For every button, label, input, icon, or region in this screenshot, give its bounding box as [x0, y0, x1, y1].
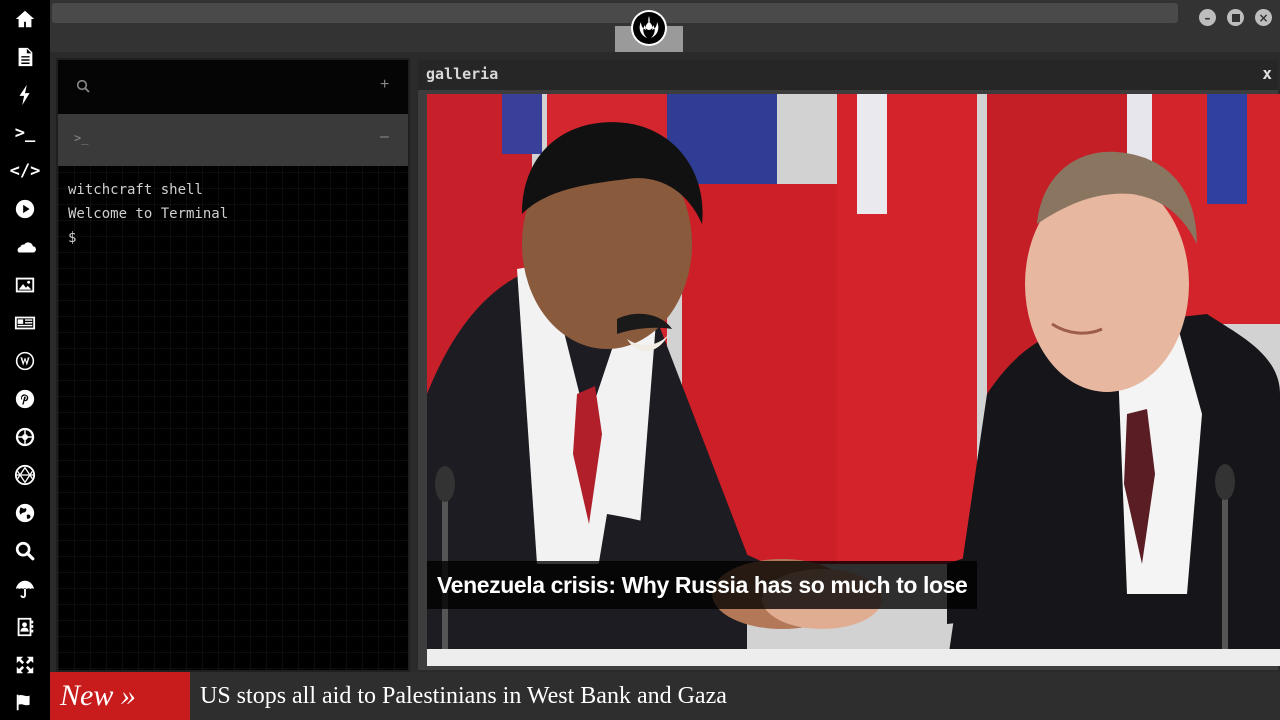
gallery-close-button[interactable]: x: [1262, 64, 1272, 83]
lightning-icon[interactable]: [0, 79, 50, 111]
add-tab-button[interactable]: +: [380, 76, 389, 94]
close-icon: ×: [1258, 10, 1269, 25]
app-dock: >_ </>: [0, 0, 50, 720]
maximize-icon: [1231, 13, 1240, 22]
search-icon[interactable]: [0, 535, 50, 567]
news-ticker: New » US stops all aid to Palestinians i…: [50, 672, 1280, 720]
close-window-button[interactable]: ×: [1255, 9, 1272, 26]
pinterest-icon[interactable]: [0, 383, 50, 415]
terminal-panel: + >_ – witchcraft shell Welcome to Termi…: [56, 58, 410, 672]
terminal-line: Welcome to Terminal: [68, 206, 229, 222]
globe-icon[interactable]: [0, 497, 50, 529]
maximize-button[interactable]: [1227, 9, 1244, 26]
home-icon[interactable]: [0, 3, 50, 35]
expand-icon[interactable]: [0, 649, 50, 681]
minimize-icon: –: [1204, 10, 1211, 25]
gallery-window: galleria x Venezuela crisis: Why Russia …: [416, 58, 1280, 672]
ticker-label: New »: [50, 672, 190, 720]
search-icon[interactable]: [76, 79, 90, 98]
newspaper-icon[interactable]: [0, 307, 50, 339]
rebel-alliance-icon[interactable]: [631, 10, 667, 46]
gallery-header: galleria x: [418, 60, 1278, 90]
address-bar[interactable]: [52, 3, 1178, 23]
code-glyph: </>: [9, 161, 41, 181]
code-icon[interactable]: </>: [0, 155, 50, 187]
play-icon[interactable]: [0, 193, 50, 225]
gallery-title: galleria: [426, 65, 499, 83]
terminal-search-row[interactable]: +: [58, 60, 408, 114]
ticker-headline[interactable]: US stops all aid to Palestinians in West…: [200, 672, 727, 720]
terminal-prompt: $: [68, 230, 77, 246]
collapse-button[interactable]: –: [380, 128, 389, 146]
terminal-line: witchcraft shell: [68, 182, 203, 198]
top-bar: – ×: [50, 0, 1280, 52]
wordpress-icon[interactable]: [0, 345, 50, 377]
terminal-output[interactable]: witchcraft shell Welcome to Terminal $: [68, 178, 398, 250]
empire-icon[interactable]: [0, 421, 50, 453]
umbrella-icon[interactable]: [0, 573, 50, 605]
flag-icon[interactable]: [0, 686, 50, 718]
cloud-icon[interactable]: [0, 231, 50, 263]
terminal-tab-row[interactable]: >_ –: [58, 114, 408, 166]
terminal-glyph: >_: [14, 123, 36, 143]
contacts-icon[interactable]: [0, 611, 50, 643]
terminal-icon[interactable]: >_: [0, 117, 50, 149]
image-icon[interactable]: [0, 269, 50, 301]
document-icon[interactable]: [0, 41, 50, 73]
prompt-icon: >_: [74, 131, 89, 145]
photo-caption[interactable]: Venezuela crisis: Why Russia has so much…: [427, 561, 978, 609]
minimize-button[interactable]: –: [1199, 9, 1216, 26]
mesh-globe-icon[interactable]: [0, 459, 50, 491]
